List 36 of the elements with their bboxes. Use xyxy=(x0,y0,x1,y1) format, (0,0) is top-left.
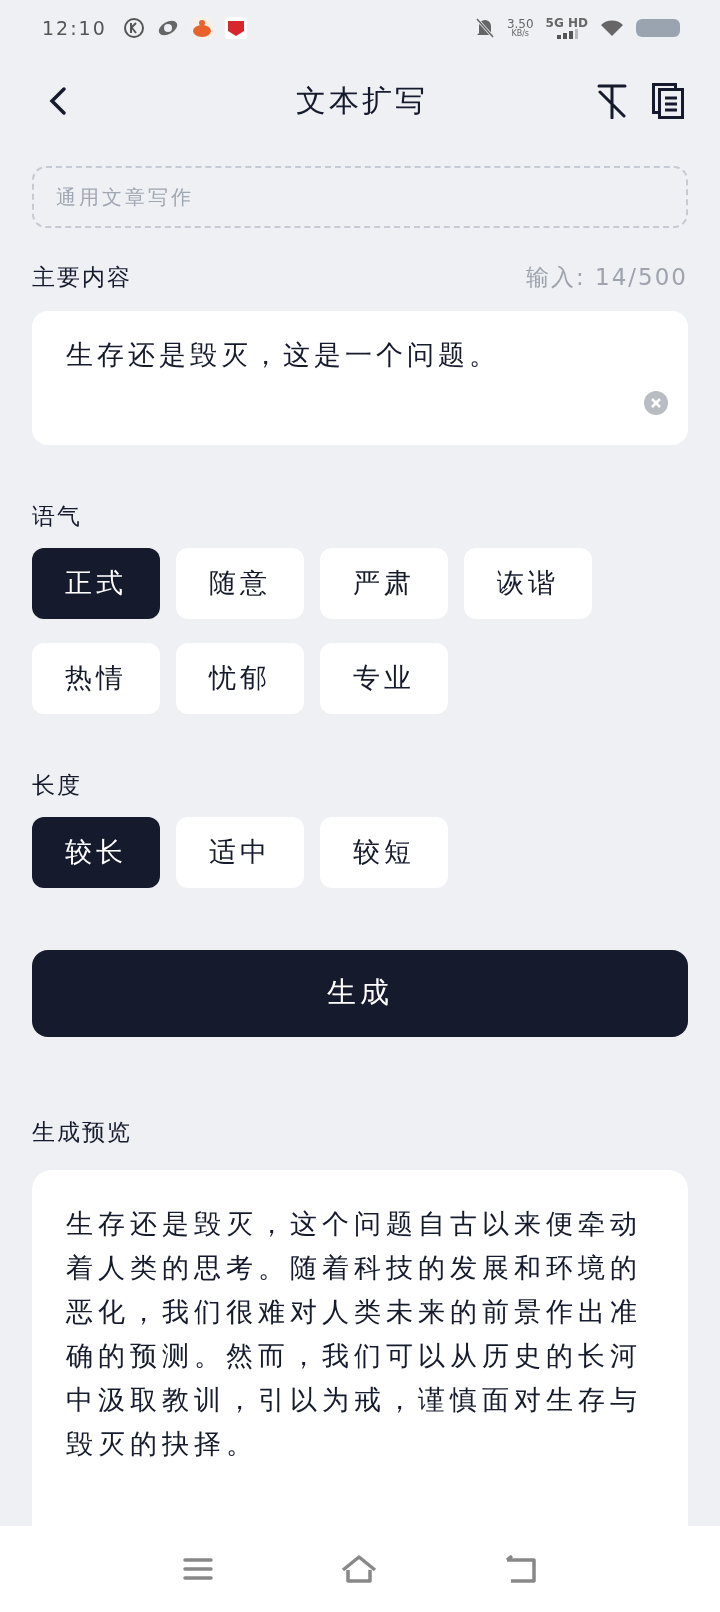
app-icon xyxy=(122,17,145,39)
content-input[interactable]: 生存还是毁灭，这是一个问题。 xyxy=(32,310,688,445)
length-option[interactable]: 较长 xyxy=(32,816,160,888)
content-label: 主要内容 xyxy=(32,262,132,292)
input-text: 生存还是毁灭，这是一个问题。 xyxy=(66,337,501,372)
clear-icon[interactable] xyxy=(644,390,668,415)
length-option[interactable]: 适中 xyxy=(176,816,304,888)
tone-label: 语气 xyxy=(32,501,82,531)
length-label: 长度 xyxy=(32,770,82,800)
app-icon xyxy=(190,17,213,39)
mute-icon xyxy=(474,17,495,39)
tone-option[interactable]: 热情 xyxy=(32,642,160,714)
battery-icon xyxy=(636,19,680,37)
wifi-icon xyxy=(600,19,624,37)
tone-option[interactable]: 诙谐 xyxy=(464,547,592,619)
tone-option[interactable]: 随意 xyxy=(176,547,304,619)
page-title: 文本扩写 xyxy=(295,81,429,120)
speed-value: 3.50 xyxy=(506,18,534,30)
tone-option[interactable]: 专业 xyxy=(320,642,448,714)
tone-option[interactable]: 正式 xyxy=(32,547,160,619)
menu-icon[interactable] xyxy=(183,1557,214,1581)
length-option[interactable]: 较短 xyxy=(320,816,448,888)
preview-label: 生成预览 xyxy=(32,1118,132,1147)
app-icon xyxy=(224,17,247,39)
signal-icon xyxy=(554,29,579,39)
tone-option[interactable]: 严肃 xyxy=(320,547,448,619)
status-time: 12:10 xyxy=(42,17,107,39)
speed-unit: KB/s xyxy=(511,30,530,38)
network-label: 5G HD xyxy=(545,17,588,29)
generate-button[interactable]: 生成 xyxy=(32,949,688,1037)
template-field[interactable]: 通用文章写作 xyxy=(32,166,688,228)
char-counter: 输入: 14/500 xyxy=(526,262,688,292)
tone-option[interactable]: 忧郁 xyxy=(176,642,304,714)
home-icon[interactable] xyxy=(340,1554,378,1584)
back-icon[interactable] xyxy=(504,1554,537,1584)
preview-text: 生存还是毁灭，这个问题自古以来便牵动着人类的思考。随着科技的发展和环境的恶化，我们很难对人类未来的前景作出准确的预测。然而，我们可以从历史的长河中汲取教训，引以为戒，谨慎面对生存与毁灭的抉择。 xyxy=(66,1207,643,1461)
